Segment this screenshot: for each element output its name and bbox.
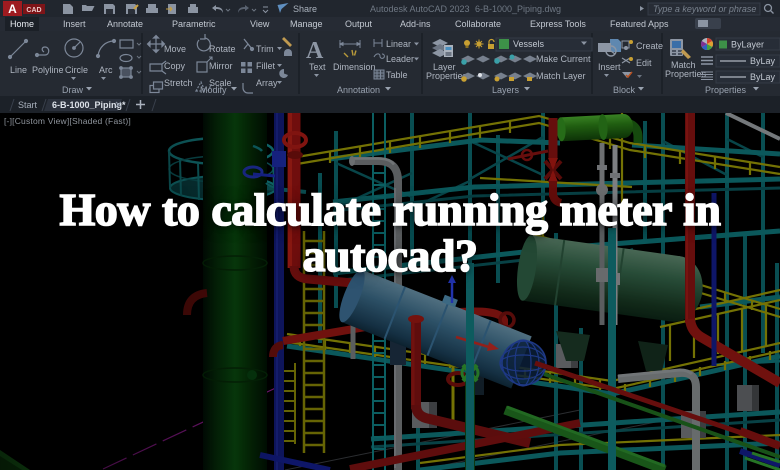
svg-text:Properties: Properties — [665, 69, 707, 79]
svg-text:Start: Start — [18, 100, 38, 110]
svg-text:Draw: Draw — [62, 85, 84, 95]
svg-text:Circle: Circle — [65, 65, 88, 75]
svg-text:Move: Move — [164, 44, 186, 54]
svg-text:Layers: Layers — [492, 85, 520, 95]
svg-text:Block: Block — [613, 85, 636, 95]
svg-text:Arc: Arc — [99, 65, 113, 75]
svg-text:ByLayer: ByLayer — [731, 40, 764, 50]
svg-text:Rotate: Rotate — [209, 44, 236, 54]
svg-text:Polyline: Polyline — [32, 65, 64, 75]
svg-text:Modify: Modify — [200, 85, 227, 95]
svg-text:Insert: Insert — [598, 62, 621, 72]
svg-text:CAD: CAD — [26, 7, 41, 14]
svg-text:Autodesk AutoCAD 2023: Autodesk AutoCAD 2023 — [370, 4, 470, 14]
svg-text:Fillet: Fillet — [256, 61, 276, 71]
svg-text:Make Current: Make Current — [536, 54, 591, 64]
svg-text:Type a keyword or phrase: Type a keyword or phrase — [653, 4, 756, 14]
svg-text:Properties: Properties — [705, 85, 747, 95]
svg-text:Annotation: Annotation — [337, 85, 380, 95]
svg-text:Create: Create — [636, 41, 663, 51]
svg-text:6-B-1000_Piping.dwg: 6-B-1000_Piping.dwg — [475, 4, 561, 14]
svg-text:Mirror: Mirror — [209, 61, 233, 71]
svg-text:Text: Text — [309, 62, 326, 72]
svg-text:Share: Share — [293, 4, 317, 14]
svg-text:Dimension: Dimension — [333, 62, 376, 72]
svg-text:Array: Array — [256, 78, 278, 88]
svg-text:Table: Table — [386, 70, 408, 80]
svg-text:Copy: Copy — [164, 61, 186, 71]
svg-text:Linear: Linear — [386, 39, 411, 49]
svg-text:A: A — [306, 38, 324, 64]
svg-text:Trim: Trim — [256, 44, 274, 54]
svg-text:Leader: Leader — [386, 54, 414, 64]
svg-text:Edit: Edit — [636, 58, 652, 68]
svg-text:Line: Line — [10, 65, 27, 75]
svg-text:Stretch: Stretch — [164, 78, 193, 88]
svg-text:ByLay: ByLay — [750, 56, 776, 66]
svg-text:Vessels: Vessels — [513, 39, 545, 49]
svg-text:Match Layer: Match Layer — [536, 71, 586, 81]
svg-text:6-B-1000_Piping*: 6-B-1000_Piping* — [52, 100, 126, 110]
svg-text:ByLay: ByLay — [750, 72, 776, 82]
svg-text:A: A — [8, 2, 17, 16]
